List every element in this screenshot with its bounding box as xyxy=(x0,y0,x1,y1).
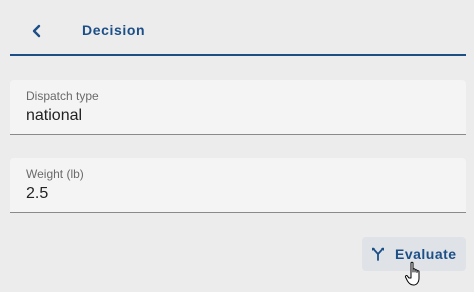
call-split-icon xyxy=(371,247,385,261)
hand-pointer-icon xyxy=(404,261,426,287)
weight-label: Weight (lb) xyxy=(26,167,84,181)
dispatch-type-value[interactable]: national xyxy=(26,107,82,125)
evaluate-button-label: Evaluate xyxy=(395,246,457,262)
weight-field[interactable]: Weight (lb) 2.5 xyxy=(10,158,466,213)
dispatch-type-label: Dispatch type xyxy=(26,89,99,103)
dispatch-type-field[interactable]: Dispatch type national xyxy=(10,80,466,135)
back-button[interactable] xyxy=(28,19,46,43)
chevron-left-icon xyxy=(28,19,46,43)
header-bar: Decision xyxy=(10,0,466,56)
page-title: Decision xyxy=(82,22,146,38)
weight-value[interactable]: 2.5 xyxy=(26,185,48,203)
